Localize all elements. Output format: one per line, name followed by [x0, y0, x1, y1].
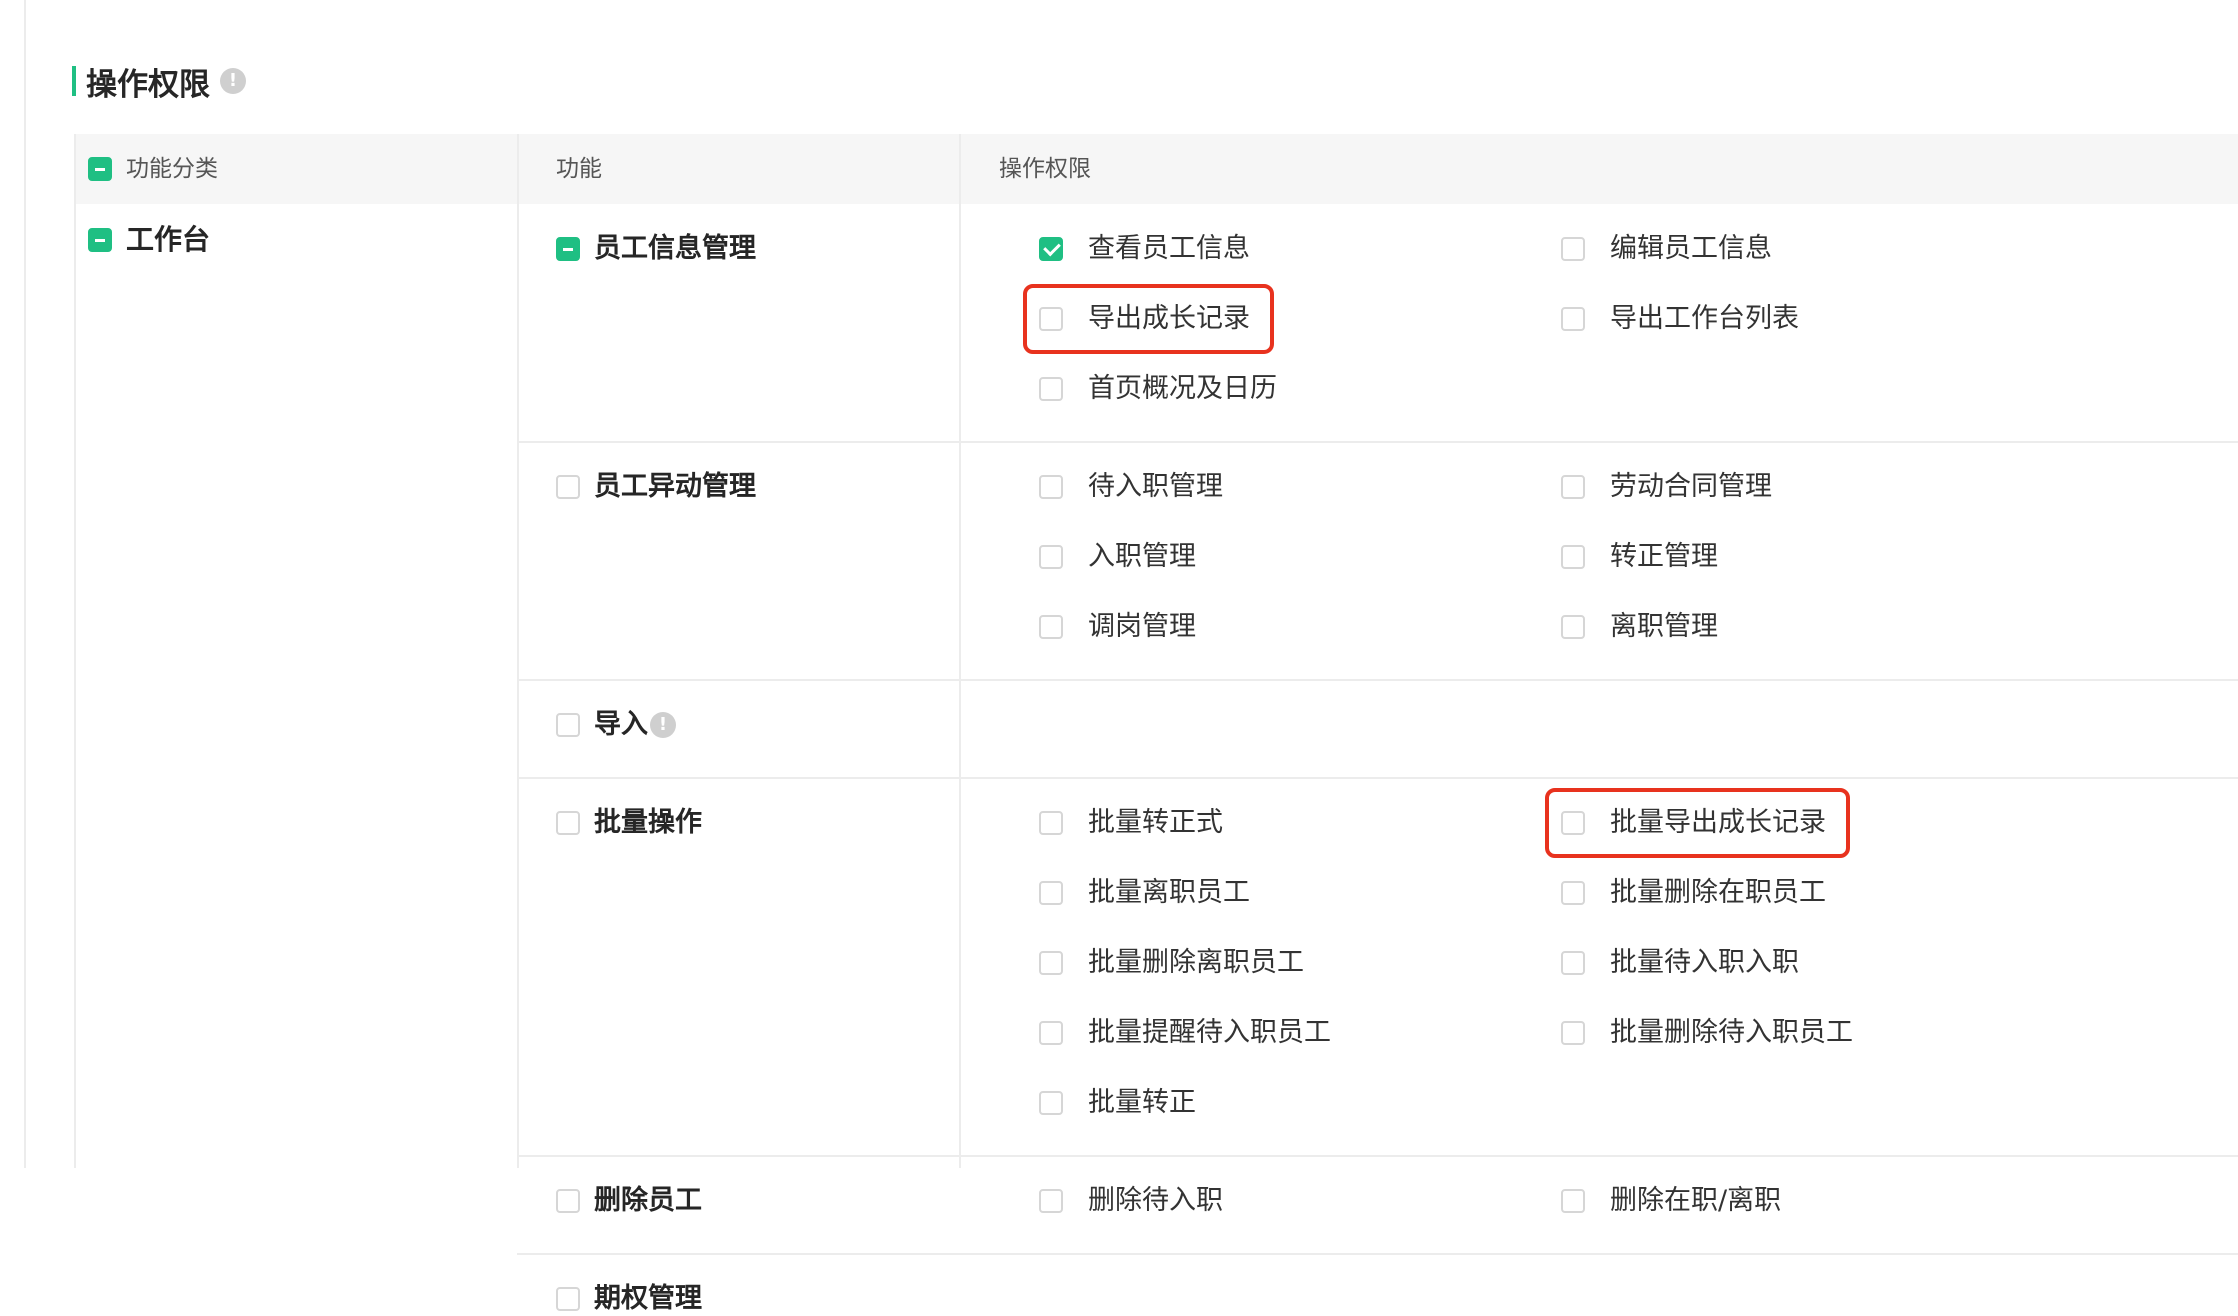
- permission-checkbox[interactable]: [1561, 1021, 1585, 1045]
- row-divider: [517, 1155, 2238, 1157]
- group-checkbox[interactable]: [556, 811, 580, 835]
- group-checkbox[interactable]: [556, 1287, 580, 1311]
- permission-checkbox[interactable]: [1561, 475, 1585, 499]
- permission-label: 批量提醒待入职员工: [1088, 1017, 1331, 1048]
- permission-label: 批量离职员工: [1088, 877, 1250, 908]
- group-label: 期权管理: [594, 1283, 702, 1314]
- permission-label: 编辑员工信息: [1610, 233, 1772, 264]
- permission-checkbox[interactable]: [1039, 237, 1063, 261]
- group-checkbox[interactable]: [556, 237, 580, 261]
- permission-label: 离职管理: [1610, 611, 1718, 642]
- permission-label: 查看员工信息: [1088, 233, 1250, 264]
- permission-checkbox[interactable]: [1561, 881, 1585, 905]
- permission-label: 入职管理: [1088, 541, 1196, 572]
- permission-checkbox[interactable]: [1039, 1091, 1063, 1115]
- permission-checkbox[interactable]: [1561, 1189, 1585, 1213]
- table-header: [74, 134, 2238, 204]
- column-header-function: 功能: [556, 156, 602, 182]
- category-checkbox[interactable]: [88, 228, 112, 252]
- permission-label: 批量转正式: [1088, 807, 1223, 838]
- permission-checkbox[interactable]: [1039, 881, 1063, 905]
- permission-label: 待入职管理: [1088, 471, 1223, 502]
- row-divider: [517, 441, 2238, 443]
- select-all-checkbox[interactable]: [88, 157, 112, 181]
- row-divider: [517, 679, 2238, 681]
- left-border: [24, 0, 26, 1168]
- info-icon[interactable]: !: [650, 712, 676, 738]
- permission-checkbox[interactable]: [1039, 1021, 1063, 1045]
- permission-checkbox[interactable]: [1561, 951, 1585, 975]
- category-label: 工作台: [126, 223, 211, 256]
- group-label: 员工异动管理: [594, 471, 756, 502]
- annotation-highlight: [1023, 284, 1274, 354]
- permission-checkbox[interactable]: [1561, 307, 1585, 331]
- permission-checkbox[interactable]: [1039, 475, 1063, 499]
- column-header-category: 功能分类: [126, 156, 218, 182]
- column-divider: [517, 134, 519, 1168]
- info-icon[interactable]: !: [220, 68, 246, 94]
- permission-label: 批量删除待入职员工: [1610, 1017, 1853, 1048]
- group-checkbox[interactable]: [556, 475, 580, 499]
- permission-label: 批量删除在职员工: [1610, 877, 1826, 908]
- permission-checkbox[interactable]: [1561, 615, 1585, 639]
- group-label: 导入: [594, 709, 648, 740]
- permission-checkbox[interactable]: [1039, 811, 1063, 835]
- permission-label: 导出工作台列表: [1610, 303, 1799, 334]
- group-checkbox[interactable]: [556, 713, 580, 737]
- section-title: 操作权限: [86, 66, 210, 103]
- row-divider: [517, 777, 2238, 779]
- annotation-highlight: [1545, 788, 1850, 858]
- section-header: 操作权限 !: [72, 58, 246, 104]
- permission-checkbox[interactable]: [1039, 951, 1063, 975]
- permission-label: 批量删除离职员工: [1088, 947, 1304, 978]
- column-divider: [959, 134, 961, 1168]
- permission-table: 功能分类 功能 操作权限 工作台 员工信息管理 查看员工信息 编辑员工信息 导出成长记录 导出工…: [74, 134, 2238, 1314]
- permission-label: 删除待入职: [1088, 1185, 1223, 1216]
- permission-label: 删除在职/离职: [1610, 1185, 1782, 1216]
- group-label: 员工信息管理: [594, 233, 756, 264]
- permission-label: 转正管理: [1610, 541, 1718, 572]
- group-checkbox[interactable]: [556, 1189, 580, 1213]
- permission-label: 批量转正: [1088, 1087, 1196, 1118]
- table-left-border: [74, 134, 76, 1168]
- permission-checkbox[interactable]: [1039, 1189, 1063, 1213]
- permission-label: 劳动合同管理: [1610, 471, 1772, 502]
- column-header-permissions: 操作权限: [999, 156, 1091, 182]
- permission-label: 调岗管理: [1088, 611, 1196, 642]
- permission-checkbox[interactable]: [1039, 615, 1063, 639]
- permission-label: 批量待入职入职: [1610, 947, 1799, 978]
- permission-checkbox[interactable]: [1561, 237, 1585, 261]
- permission-checkbox[interactable]: [1039, 377, 1063, 401]
- permission-checkbox[interactable]: [1561, 545, 1585, 569]
- row-divider: [517, 1253, 2238, 1255]
- accent-bar: [72, 66, 76, 96]
- permission-checkbox[interactable]: [1039, 545, 1063, 569]
- group-label: 删除员工: [594, 1185, 702, 1216]
- group-label: 批量操作: [594, 807, 702, 838]
- permission-label: 首页概况及日历: [1088, 373, 1277, 404]
